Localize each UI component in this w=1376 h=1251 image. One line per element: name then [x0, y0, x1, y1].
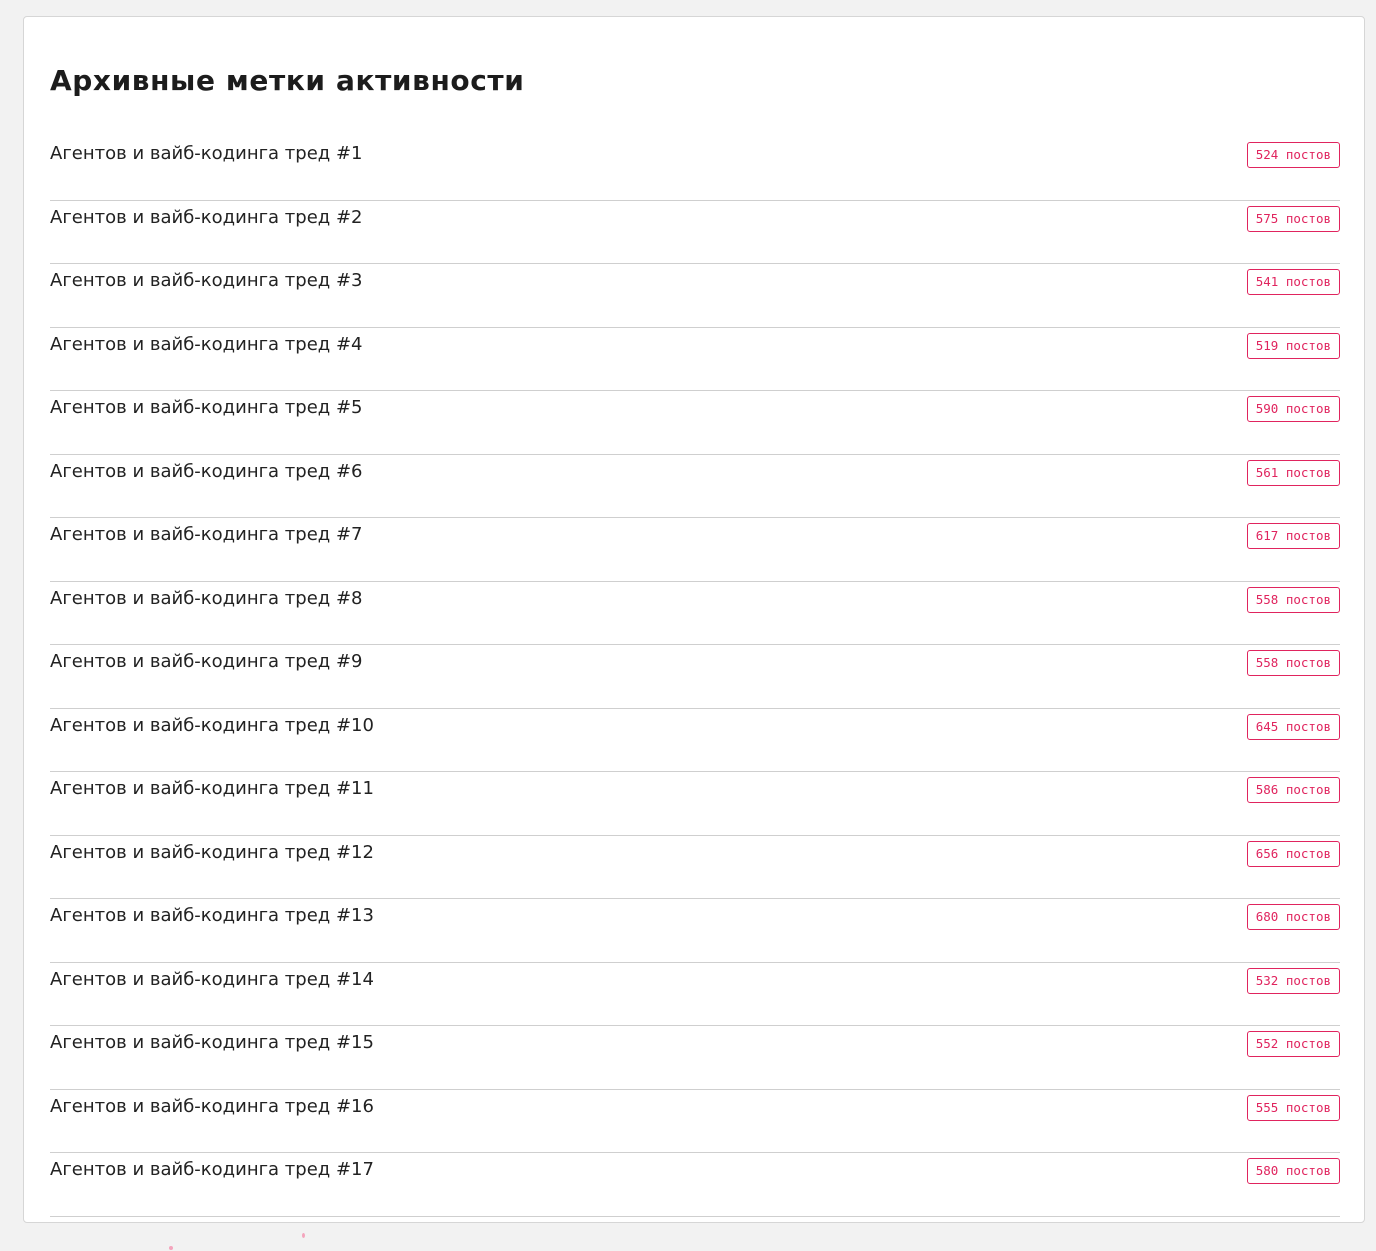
thread-title-link[interactable]: Агентов и вайб-кодинга тред #7: [50, 523, 363, 547]
post-count-badge: 580 постов: [1246, 1158, 1340, 1184]
thread-title-link[interactable]: Агентов и вайб-кодинга тред #5: [50, 396, 363, 420]
post-count-badge: 552 постов: [1246, 1031, 1340, 1057]
thread-title-link[interactable]: Агентов и вайб-кодинга тред #9: [50, 650, 363, 674]
decorative-dot: [169, 1246, 173, 1250]
thread-row[interactable]: Агентов и вайб-кодинга тред #16 555 посто…: [50, 1090, 1340, 1153]
thread-title-link[interactable]: Агентов и вайб-кодинга тред #16: [50, 1095, 374, 1119]
post-count-badge: 519 постов: [1246, 332, 1340, 359]
thread-title-link[interactable]: Агентов и вайб-кодинга тред #14: [50, 968, 374, 992]
thread-row[interactable]: Агентов и вайб-кодинга тред #12 656 посто…: [50, 836, 1340, 899]
thread-title-link[interactable]: Агентов и вайб-кодинга тред #1: [50, 142, 363, 166]
post-count-badge: 532 постов: [1246, 967, 1340, 994]
thread-title-link[interactable]: Агентов и вайб-кодинга тред #11: [50, 777, 374, 801]
thread-title-link[interactable]: Агентов и вайб-кодинга тред #3: [50, 269, 363, 293]
archive-card: Архивные метки активности Агентов и вайб…: [23, 16, 1365, 1223]
post-count-badge: 586 постов: [1246, 777, 1340, 803]
post-count-badge: 541 постов: [1246, 269, 1340, 295]
post-count-badge: 590 постов: [1246, 396, 1340, 422]
thread-row[interactable]: Агентов и вайб-кодинга тред #10 645 посто…: [50, 709, 1340, 772]
thread-row[interactable]: Агентов и вайб-кодинга тред #2 575 постов: [50, 201, 1340, 264]
thread-row[interactable]: Агентов и вайб-кодинга тред #1 524 постов: [50, 137, 1340, 201]
thread-row[interactable]: Агентов и вайб-кодинга тред #15 552 посто…: [50, 1026, 1340, 1090]
post-count-badge: 617 постов: [1246, 523, 1340, 549]
post-count-badge: 524 постов: [1246, 142, 1340, 168]
post-count-badge: 558 постов: [1246, 650, 1340, 676]
thread-title-link[interactable]: Агентов и вайб-кодинга тред #10: [50, 714, 374, 738]
decorative-dot: [302, 1233, 305, 1238]
post-count-badge: 555 постов: [1246, 1094, 1340, 1121]
thread-title-link[interactable]: Агентов и вайб-кодинга тред #4: [50, 333, 363, 357]
thread-row[interactable]: Агентов и вайб-кодинга тред #3 541 постов: [50, 264, 1340, 328]
post-count-badge: 645 постов: [1246, 713, 1340, 740]
thread-row[interactable]: Агентов и вайб-кодинга тред #13 680 посто…: [50, 899, 1340, 963]
page-title: Архивные метки активности: [50, 64, 525, 97]
thread-row[interactable]: Агентов и вайб-кодинга тред #9 558 постов: [50, 645, 1340, 709]
post-count-badge: 561 постов: [1246, 459, 1340, 486]
thread-row[interactable]: Агентов и вайб-кодинга тред #11 586 посто…: [50, 772, 1340, 836]
post-count-badge: 656 постов: [1246, 840, 1340, 867]
thread-title-link[interactable]: Агентов и вайб-кодинга тред #2: [50, 206, 363, 230]
thread-row[interactable]: Агентов и вайб-кодинга тред #4 519 постов: [50, 328, 1340, 391]
post-count-badge: 558 постов: [1246, 586, 1340, 613]
thread-title-link[interactable]: Агентов и вайб-кодинга тред #12: [50, 841, 374, 865]
thread-row[interactable]: Агентов и вайб-кодинга тред #17 580 посто…: [50, 1153, 1340, 1217]
post-count-badge: 680 постов: [1246, 904, 1340, 930]
post-count-badge: 575 постов: [1246, 205, 1340, 232]
thread-row[interactable]: Агентов и вайб-кодинга тред #14 532 посто…: [50, 963, 1340, 1026]
thread-row[interactable]: Агентов и вайб-кодинга тред #5 590 постов: [50, 391, 1340, 455]
thread-row[interactable]: Агентов и вайб-кодинга тред #6 561 постов: [50, 455, 1340, 518]
thread-title-link[interactable]: Агентов и вайб-кодинга тред #17: [50, 1158, 374, 1182]
thread-list: Агентов и вайб-кодинга тред #1 524 постов…: [50, 137, 1340, 1217]
thread-title-link[interactable]: Агентов и вайб-кодинга тред #15: [50, 1031, 374, 1055]
thread-title-link[interactable]: Агентов и вайб-кодинга тред #13: [50, 904, 374, 928]
thread-row[interactable]: Агентов и вайб-кодинга тред #8 558 постов: [50, 582, 1340, 645]
thread-title-link[interactable]: Агентов и вайб-кодинга тред #8: [50, 587, 363, 611]
thread-row[interactable]: Агентов и вайб-кодинга тред #7 617 постов: [50, 518, 1340, 582]
thread-title-link[interactable]: Агентов и вайб-кодинга тред #6: [50, 460, 363, 484]
